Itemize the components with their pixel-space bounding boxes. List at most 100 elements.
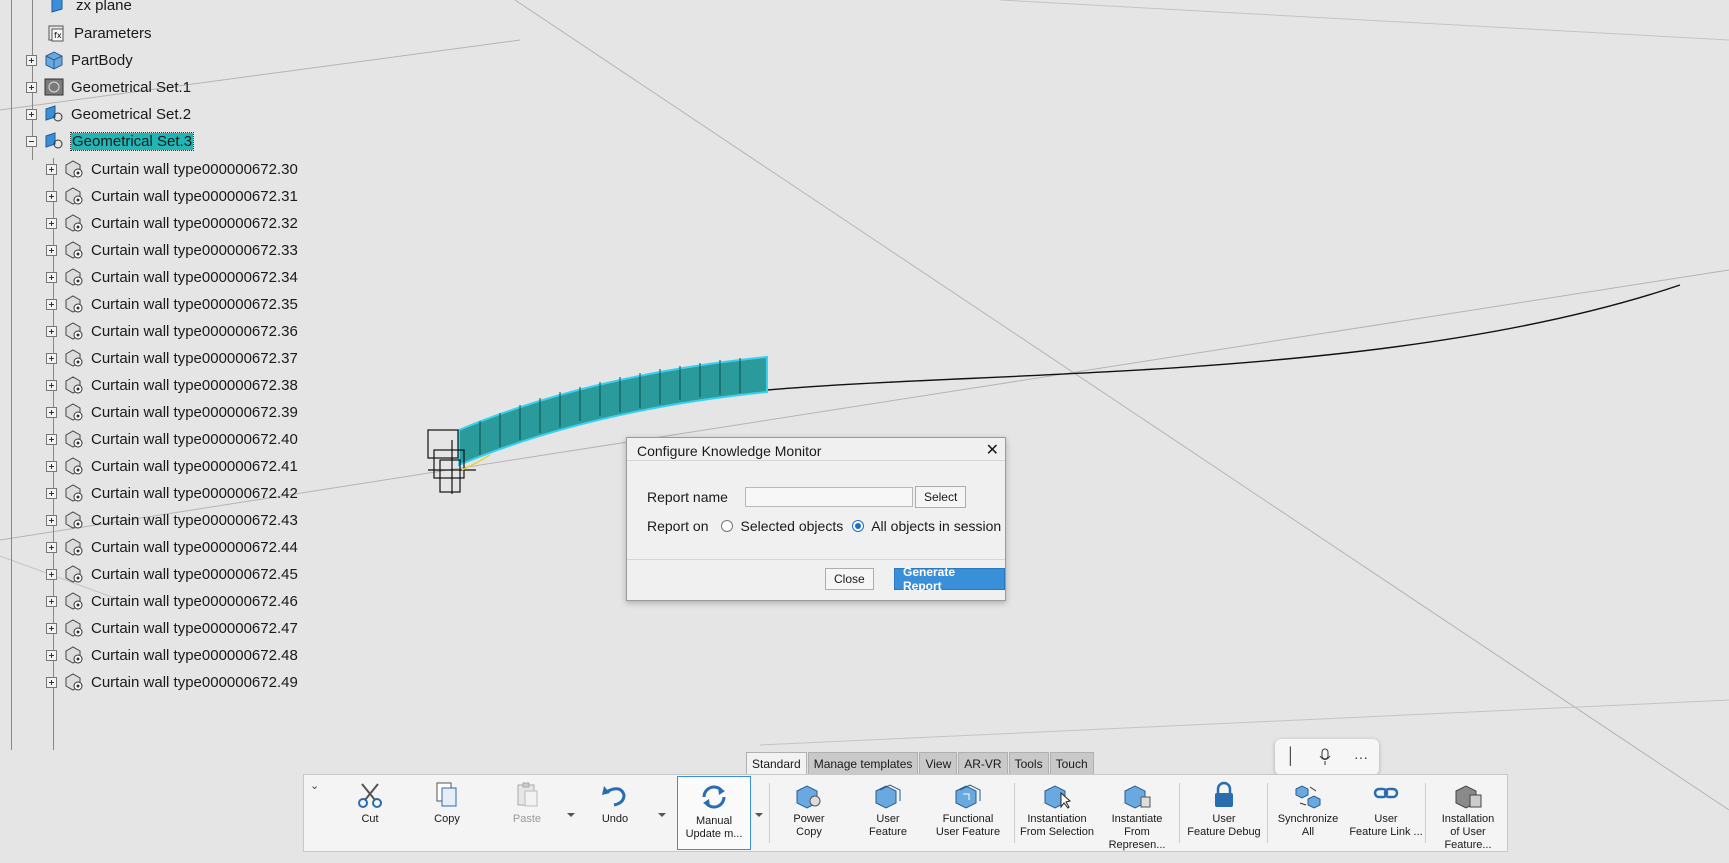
expand-icon[interactable] (26, 108, 37, 120)
undo-button[interactable]: Undo (585, 775, 645, 853)
action-bar-tabs: Standard Manage templates View AR-VR Too… (746, 752, 1095, 775)
collapse-icon[interactable] (26, 135, 37, 147)
plane-edge-line (759, 699, 1729, 746)
tab-view[interactable]: View (919, 752, 958, 775)
tree-node-curtain-wall[interactable]: Curtain wall type000000672.38 (46, 372, 298, 398)
text-cursor-icon[interactable]: │ (1286, 748, 1296, 766)
tab-touch[interactable]: Touch (1049, 752, 1094, 775)
expand-icon[interactable] (46, 649, 57, 661)
expand-icon[interactable] (46, 514, 57, 526)
paste-dropdown-arrow[interactable] (567, 813, 575, 817)
undo-dropdown-arrow[interactable] (658, 813, 666, 817)
tree-node-curtain-wall[interactable]: Curtain wall type000000672.42 (46, 480, 298, 506)
instantiate-from-representation-button[interactable]: Instantiate From Represen... (1098, 775, 1176, 853)
expand-icon[interactable] (46, 433, 57, 445)
dialog-close-icon[interactable]: ✕ (986, 440, 999, 460)
installation-of-user-feature-button[interactable]: Installation of User Feature... (1428, 775, 1508, 853)
expand-icon[interactable] (46, 568, 57, 580)
tree-node-curtain-wall[interactable]: Curtain wall type000000672.44 (46, 534, 298, 560)
tree-node-curtain-wall[interactable]: Curtain wall type000000672.34 (46, 264, 298, 290)
tree-node-curtain-wall[interactable]: Curtain wall type000000672.49 (46, 669, 298, 695)
tree-node-curtain-wall[interactable]: Curtain wall type000000672.40 (46, 426, 298, 452)
expand-icon[interactable] (46, 190, 57, 202)
functional-label-2: User Feature (935, 826, 1001, 838)
expand-icon[interactable] (46, 217, 57, 229)
close-button[interactable]: Close (825, 568, 874, 590)
expand-icon[interactable] (46, 244, 57, 256)
report-name-row: Report name Select (647, 486, 967, 508)
tree-node-label: Geometrical Set.1 (71, 78, 192, 96)
expand-icon[interactable] (46, 379, 57, 391)
expand-icon[interactable] (46, 460, 57, 472)
tree-node-curtain-wall[interactable]: Curtain wall type000000672.46 (46, 588, 298, 614)
expand-icon[interactable] (26, 81, 37, 93)
scissors-icon (358, 783, 382, 808)
tree-node-parameters[interactable]: fx Parameters (46, 20, 152, 46)
tab-standard[interactable]: Standard (746, 752, 807, 775)
collapse-bar-icon[interactable]: ⌄ (310, 779, 319, 792)
tab-manage-templates[interactable]: Manage templates (807, 752, 919, 775)
debug-label-2: Feature Debug (1187, 826, 1261, 838)
power-copy-button[interactable]: Power Copy (774, 775, 844, 853)
synchronize-all-button[interactable]: Synchronize All (1272, 775, 1344, 853)
report-name-input[interactable] (744, 487, 913, 507)
tree-node-curtain-wall[interactable]: Curtain wall type000000672.33 (46, 237, 298, 263)
tree-node-zx-plane[interactable]: zx plane (48, 0, 132, 18)
tree-node-curtain-wall[interactable]: Curtain wall type000000672.43 (46, 507, 298, 533)
expand-icon[interactable] (46, 352, 57, 364)
expand-icon[interactable] (46, 298, 57, 310)
tree-node-geometrical-set-1[interactable]: Geometrical Set.1 (26, 74, 191, 100)
expand-icon[interactable] (46, 487, 57, 499)
tree-node-curtain-wall[interactable]: Curtain wall type000000672.36 (46, 318, 298, 344)
select-button[interactable]: Select (914, 486, 967, 508)
update-icon (702, 785, 726, 809)
tree-node-curtain-wall[interactable]: Curtain wall type000000672.30 (46, 156, 298, 182)
expand-icon[interactable] (46, 595, 57, 607)
tree-node-geometrical-set-2[interactable]: Geometrical Set.2 (26, 101, 191, 127)
specification-tree[interactable]: zx plane fx Parameters PartBody Geometri… (0, 0, 320, 750)
generate-report-button[interactable]: Generate Report (894, 565, 1005, 593)
instantiation-from-selection-button[interactable]: Instantiation From Selection (1020, 775, 1094, 853)
cut-button[interactable]: Cut (340, 775, 400, 853)
tree-node-curtain-wall[interactable]: Curtain wall type000000672.47 (46, 615, 298, 641)
inst-rep-label-1: Instantiate (1111, 813, 1163, 825)
tree-node-label: Curtain wall type000000672.49 (91, 673, 298, 691)
tab-ar-vr[interactable]: AR-VR (958, 752, 1008, 775)
microphone-icon[interactable] (1318, 748, 1332, 766)
expand-icon[interactable] (46, 541, 57, 553)
expand-icon[interactable] (26, 54, 37, 66)
tree-node-curtain-wall[interactable]: Curtain wall type000000672.37 (46, 345, 298, 371)
tree-node-partbody[interactable]: PartBody (26, 47, 133, 73)
manual-update-button[interactable]: Manual Update m... (677, 776, 751, 850)
paste-button[interactable]: Paste (497, 775, 557, 853)
more-options-icon[interactable]: ··· (1354, 749, 1368, 765)
user-feature-button[interactable]: User Feature (853, 775, 923, 853)
functional-user-feature-button[interactable]: Functional User Feature (928, 775, 1008, 853)
expand-icon[interactable] (46, 406, 57, 418)
tree-node-curtain-wall[interactable]: Curtain wall type000000672.39 (46, 399, 298, 425)
tree-node-curtain-wall[interactable]: Curtain wall type000000672.35 (46, 291, 298, 317)
user-feature-instance-icon (65, 619, 83, 637)
selected-objects-radio[interactable] (721, 520, 734, 532)
tree-node-curtain-wall[interactable]: Curtain wall type000000672.31 (46, 183, 298, 209)
expand-icon[interactable] (46, 325, 57, 337)
tree-node-geometrical-set-3[interactable]: Geometrical Set.3 (26, 128, 195, 154)
user-feature-instance-icon (65, 403, 83, 421)
tree-node-curtain-wall[interactable]: Curtain wall type000000672.48 (46, 642, 298, 668)
toolbar-separator (1179, 783, 1180, 843)
tab-tools[interactable]: Tools (1008, 752, 1049, 775)
user-feature-link-button[interactable]: User Feature Link ... (1347, 775, 1425, 853)
tree-node-curtain-wall[interactable]: Curtain wall type000000672.45 (46, 561, 298, 587)
expand-icon[interactable] (46, 163, 57, 175)
copy-button[interactable]: Copy (417, 775, 477, 853)
paste-label: Paste (512, 813, 542, 825)
expand-icon[interactable] (46, 622, 57, 634)
tree-node-curtain-wall[interactable]: Curtain wall type000000672.32 (46, 210, 298, 236)
expand-icon[interactable] (46, 271, 57, 283)
guide-curve[interactable] (766, 284, 1681, 391)
all-objects-radio[interactable] (852, 520, 865, 532)
expand-icon[interactable] (46, 676, 57, 688)
tree-node-curtain-wall[interactable]: Curtain wall type000000672.41 (46, 453, 298, 479)
user-feature-debug-button[interactable]: User Feature Debug (1184, 775, 1264, 853)
update-dropdown-arrow[interactable] (755, 813, 763, 817)
